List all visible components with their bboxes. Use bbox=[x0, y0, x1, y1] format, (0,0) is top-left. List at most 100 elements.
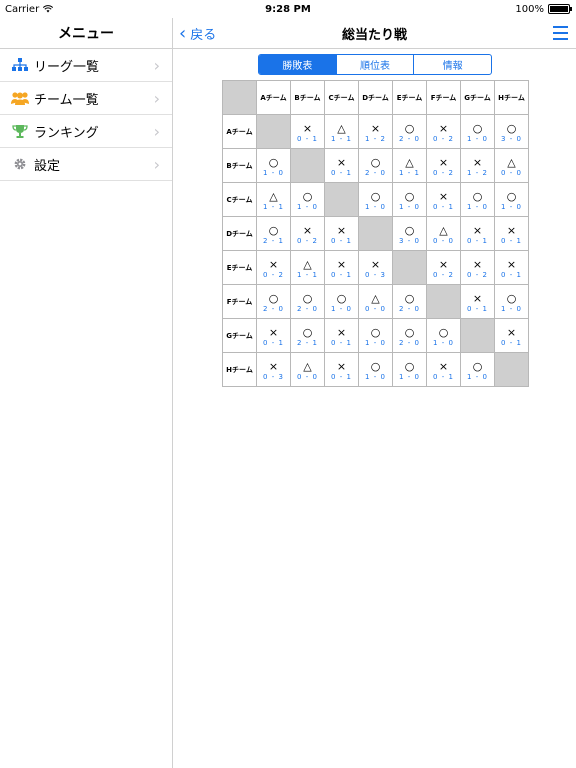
result-cell[interactable]: × 0 - 2 bbox=[426, 148, 461, 183]
sidebar-item-teams[interactable]: チーム一覧 › bbox=[0, 82, 172, 115]
result-cell[interactable]: ○ 2 - 1 bbox=[290, 318, 325, 353]
result-cell[interactable]: △ 0 - 0 bbox=[426, 216, 461, 251]
result-cell[interactable]: ○ 1 - 0 bbox=[358, 182, 393, 217]
result-cell[interactable]: △ 0 - 0 bbox=[494, 148, 529, 183]
result-cell[interactable]: ○ 2 - 0 bbox=[256, 284, 291, 319]
result-cell[interactable]: ○ 2 - 1 bbox=[256, 216, 291, 251]
result-cell[interactable]: ○ 1 - 0 bbox=[392, 352, 427, 387]
result-cell[interactable]: × 0 - 2 bbox=[426, 114, 461, 149]
result-symbol: △ bbox=[269, 190, 278, 203]
result-cell[interactable]: × 0 - 1 bbox=[324, 318, 359, 353]
result-cell[interactable]: ○ 1 - 0 bbox=[358, 352, 393, 387]
result-cell[interactable]: △ 0 - 0 bbox=[290, 352, 325, 387]
result-score: 1 - 1 bbox=[399, 169, 420, 177]
result-cell[interactable]: × 0 - 1 bbox=[460, 284, 495, 319]
result-cell[interactable]: × 0 - 1 bbox=[324, 352, 359, 387]
result-score: 2 - 0 bbox=[297, 305, 318, 313]
result-cell[interactable]: ○ 3 - 0 bbox=[392, 216, 427, 251]
row-header: Eチーム bbox=[222, 250, 257, 285]
result-cell[interactable]: × 0 - 1 bbox=[256, 318, 291, 353]
result-cell[interactable]: × 0 - 1 bbox=[494, 216, 529, 251]
result-cell[interactable]: ○ 2 - 0 bbox=[290, 284, 325, 319]
result-cell[interactable]: ○ 3 - 0 bbox=[494, 114, 529, 149]
result-cell[interactable]: ○ 2 - 0 bbox=[392, 318, 427, 353]
result-cell[interactable]: ○ 1 - 0 bbox=[460, 352, 495, 387]
result-symbol: ○ bbox=[370, 360, 381, 373]
result-cell[interactable]: × 0 - 3 bbox=[256, 352, 291, 387]
result-symbol: ○ bbox=[302, 190, 313, 203]
result-cell[interactable]: ○ 1 - 0 bbox=[256, 148, 291, 183]
result-cell[interactable]: △ 1 - 1 bbox=[392, 148, 427, 183]
result-cell[interactable]: × 1 - 2 bbox=[358, 114, 393, 149]
result-cell[interactable]: × 1 - 2 bbox=[460, 148, 495, 183]
result-cell[interactable]: ○ 1 - 0 bbox=[324, 284, 359, 319]
result-cell[interactable]: △ 1 - 1 bbox=[290, 250, 325, 285]
result-cell[interactable]: × 0 - 1 bbox=[426, 352, 461, 387]
result-cell[interactable]: × 0 - 1 bbox=[324, 148, 359, 183]
row-header: Cチーム bbox=[222, 182, 257, 217]
result-score: 0 - 0 bbox=[501, 169, 522, 177]
result-score: 3 - 0 bbox=[399, 237, 420, 245]
result-cell[interactable]: △ 1 - 1 bbox=[256, 182, 291, 217]
result-symbol: × bbox=[438, 122, 449, 135]
sidebar: メニュー リーグ一覧 › チーム一覧 › ランキング › 設定 › bbox=[0, 18, 173, 768]
result-symbol: ○ bbox=[370, 190, 381, 203]
result-cell[interactable]: ○ 2 - 0 bbox=[358, 148, 393, 183]
result-cell[interactable]: × 0 - 2 bbox=[256, 250, 291, 285]
main-content: ‹ 戻る 総当たり戦 勝敗表 順位表 情報 Aチーム Bチーム Cチーム Dチーム Eチ… bbox=[173, 18, 576, 768]
result-cell[interactable]: ○ 2 - 0 bbox=[392, 284, 427, 319]
result-cell[interactable]: ○ 1 - 0 bbox=[460, 114, 495, 149]
result-symbol: × bbox=[302, 122, 313, 135]
result-cell[interactable]: △ 0 - 0 bbox=[358, 284, 393, 319]
result-symbol: × bbox=[302, 224, 313, 237]
sidebar-item-ranking[interactable]: ランキング › bbox=[0, 115, 172, 148]
tab-info[interactable]: 情報 bbox=[413, 55, 491, 74]
column-header: Gチーム bbox=[460, 80, 495, 115]
result-cell[interactable]: ○ 1 - 0 bbox=[460, 182, 495, 217]
tab-standings[interactable]: 順位表 bbox=[335, 55, 414, 74]
result-cell[interactable]: × 0 - 1 bbox=[460, 216, 495, 251]
result-cell[interactable]: △ 1 - 1 bbox=[324, 114, 359, 149]
result-cell[interactable]: × 0 - 1 bbox=[324, 216, 359, 251]
result-cell[interactable]: × 0 - 1 bbox=[426, 182, 461, 217]
result-cell[interactable]: × 0 - 1 bbox=[494, 318, 529, 353]
result-cell[interactable]: × 0 - 1 bbox=[290, 114, 325, 149]
sidebar-item-leagues[interactable]: リーグ一覧 › bbox=[0, 49, 172, 82]
result-cell[interactable]: × 0 - 2 bbox=[426, 250, 461, 285]
table-row: Cチーム △ 1 - 1 ○ 1 - 0 ○ 1 - 0 ○ 1 - 0 × 0 - 1 ○ 1 - 0… bbox=[222, 182, 529, 217]
result-score: 0 - 2 bbox=[263, 271, 284, 279]
result-symbol: ○ bbox=[506, 122, 517, 135]
column-header: Fチーム bbox=[426, 80, 461, 115]
result-cell[interactable]: × 0 - 2 bbox=[460, 250, 495, 285]
chevron-right-icon: › bbox=[153, 88, 160, 108]
result-cell[interactable]: ○ 1 - 0 bbox=[290, 182, 325, 217]
result-cell[interactable]: × 0 - 2 bbox=[290, 216, 325, 251]
result-cell[interactable]: ○ 1 - 0 bbox=[358, 318, 393, 353]
row-header: Hチーム bbox=[222, 352, 257, 387]
battery-icon bbox=[548, 4, 572, 14]
result-symbol: △ bbox=[337, 122, 346, 135]
hierarchy-icon bbox=[9, 58, 31, 72]
result-cell[interactable]: ○ 1 - 0 bbox=[494, 284, 529, 319]
result-cell[interactable]: × 0 - 3 bbox=[358, 250, 393, 285]
result-score: 1 - 0 bbox=[263, 169, 284, 177]
result-score: 1 - 0 bbox=[365, 339, 386, 347]
result-symbol: × bbox=[472, 258, 483, 271]
result-cell[interactable]: ○ 2 - 0 bbox=[392, 114, 427, 149]
result-cell[interactable]: ○ 1 - 0 bbox=[392, 182, 427, 217]
result-cell[interactable]: × 0 - 1 bbox=[324, 250, 359, 285]
diagonal-cell bbox=[290, 148, 325, 183]
sidebar-item-settings[interactable]: 設定 › bbox=[0, 148, 172, 181]
result-cell[interactable]: ○ 1 - 0 bbox=[426, 318, 461, 353]
result-symbol: △ bbox=[303, 360, 312, 373]
tab-win-loss[interactable]: 勝敗表 bbox=[259, 55, 336, 74]
result-cell[interactable]: ○ 1 - 0 bbox=[494, 182, 529, 217]
result-symbol: △ bbox=[303, 258, 312, 271]
result-score: 1 - 0 bbox=[467, 135, 488, 143]
result-score: 0 - 2 bbox=[297, 237, 318, 245]
table-row: Aチーム × 0 - 1 △ 1 - 1 × 1 - 2 ○ 2 - 0 × 0 - 2 ○ 1 - 0… bbox=[222, 114, 529, 149]
menu-icon[interactable] bbox=[553, 26, 568, 44]
result-symbol: ○ bbox=[268, 224, 279, 237]
result-symbol: × bbox=[472, 224, 483, 237]
result-cell[interactable]: × 0 - 1 bbox=[494, 250, 529, 285]
